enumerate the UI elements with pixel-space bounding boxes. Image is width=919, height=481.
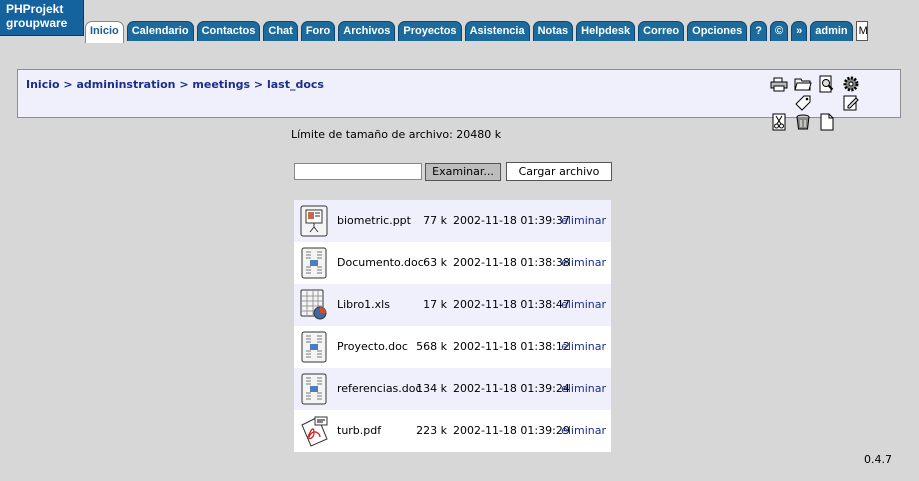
list-item: referencias.doc 134 k 2002-11-18 01:39:2… [294,368,611,410]
file-size: 223 k [416,424,447,437]
document-file-icon[interactable] [299,373,329,405]
upload-file-button[interactable]: Cargar archivo [506,162,612,181]
list-item: Libro1.xls 17 k 2002-11-18 01:38:47 elim… [294,284,611,326]
file-date: 2002-11-18 01:38:12 [453,340,570,353]
file-name[interactable]: referencias.doc [337,382,422,395]
scissors-icon[interactable] [770,113,788,131]
file-name[interactable]: Documento.doc [337,256,424,269]
file-path-input[interactable] [294,163,422,180]
delete-link[interactable]: eliminar [561,256,606,269]
new-document-icon[interactable] [818,113,836,131]
file-size: 77 k [423,214,447,227]
breadcrumb-separator: > [179,78,189,91]
logo-line-1: PHProjekt [6,2,64,16]
file-size: 134 k [416,382,447,395]
app-logo: PHProjekt groupware [0,0,84,36]
edit-icon[interactable] [842,94,860,112]
header-panel: Inicio > admininstration > meetings > la… [17,69,901,131]
file-size: 63 k [423,256,447,269]
list-item: Documento.doc 63 k 2002-11-18 01:38:38 e… [294,242,611,284]
document-file-icon[interactable] [299,247,329,279]
tab-calendario[interactable]: Calendario [126,21,194,41]
breadcrumb-separator: > [253,78,264,91]
pdf-file-icon[interactable] [299,415,329,447]
tab-notas[interactable]: Notas [532,21,574,41]
breadcrumb-inicio[interactable]: Inicio [26,78,60,91]
version-label: 0.4.7 [864,453,892,466]
file-date: 2002-11-18 01:39:29 [453,424,570,437]
breadcrumb-last-docs[interactable]: last_docs [267,78,324,91]
list-item: Proyecto.doc 568 k 2002-11-18 01:38:12 e… [294,326,611,368]
tab-chat[interactable]: Chat [263,21,298,41]
tab-archivos[interactable]: Archivos [338,21,396,41]
file-date: 2002-11-18 01:39:37 [453,214,570,227]
breadcrumb-meetings[interactable]: meetings [192,78,250,91]
file-name[interactable]: biometric.ppt [337,214,411,227]
file-date: 2002-11-18 01:38:38 [453,256,570,269]
settings-icon[interactable] [842,75,860,93]
main-nav-tabs: Inicio Calendario Contactos Chat Foro Ar… [85,21,868,43]
tab-proyectos[interactable]: Proyectos [398,21,462,41]
file-date: 2002-11-18 01:39:24 [453,382,570,395]
file-size: 568 k [416,340,447,353]
delete-link[interactable]: eliminar [561,424,606,437]
delete-link[interactable]: eliminar [561,298,606,311]
spreadsheet-file-icon[interactable] [299,289,329,321]
search-icon[interactable] [818,75,836,93]
breadcrumb-admininstration[interactable]: admininstration [76,78,175,91]
tab-inicio[interactable]: Inicio [85,21,124,43]
tab-more[interactable]: » [791,21,808,41]
breadcrumb: Inicio > admininstration > meetings > la… [26,78,324,91]
tag-icon[interactable] [794,94,812,112]
tab-admin[interactable]: admin [810,21,853,41]
delete-link[interactable]: eliminar [561,382,606,395]
file-size: 17 k [423,298,447,311]
tab-contactos[interactable]: Contactos [196,21,261,41]
browse-button[interactable]: Examinar... [425,163,501,181]
presentation-file-icon[interactable] [299,205,329,237]
tab-helpdesk[interactable]: Helpdesk [576,21,636,41]
file-size-limit: Límite de tamaño de archivo: 20480 k [291,128,502,141]
file-name[interactable]: Libro1.xls [337,298,390,311]
file-name[interactable]: turb.pdf [337,424,381,437]
tab-cut-off[interactable]: M [855,21,868,41]
breadcrumb-separator: > [63,78,73,91]
file-list: biometric.ppt 77 k 2002-11-18 01:39:37 e… [294,200,611,452]
delete-link[interactable]: eliminar [561,214,606,227]
toolbar [770,75,882,131]
file-date: 2002-11-18 01:38:47 [453,298,570,311]
trash-icon[interactable] [794,113,812,131]
list-item: turb.pdf 223 k 2002-11-18 01:39:29 elimi… [294,410,611,452]
delete-link[interactable]: eliminar [561,340,606,353]
document-file-icon[interactable] [299,331,329,363]
logo-line-2: groupware [6,16,68,30]
tab-opciones[interactable]: Opciones [687,21,748,41]
list-item: biometric.ppt 77 k 2002-11-18 01:39:37 e… [294,200,611,242]
tab-asistencia[interactable]: Asistencia [464,21,530,41]
tab-help[interactable]: ? [750,21,767,41]
tab-copyright[interactable]: © [770,21,789,41]
open-folder-icon[interactable] [794,75,812,93]
tab-foro[interactable]: Foro [300,21,336,41]
file-name[interactable]: Proyecto.doc [337,340,408,353]
print-icon[interactable] [770,75,788,93]
tab-correo[interactable]: Correo [638,21,685,41]
